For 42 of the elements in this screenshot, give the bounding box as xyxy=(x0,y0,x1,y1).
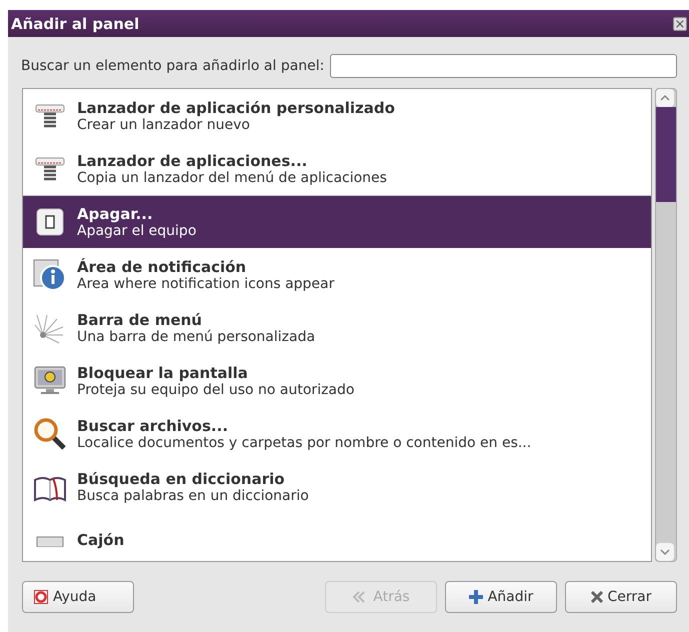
list-item[interactable]: Buscar archivos... Localice documentos y carpetas por nombre o contenido en es... xyxy=(23,407,651,460)
search-label: Buscar un elemento para añadirlo al panel: xyxy=(21,58,324,74)
info-icon xyxy=(33,258,67,292)
close-button[interactable]: × xyxy=(673,16,687,30)
window-title: Añadir al panel xyxy=(11,14,140,32)
item-description: Area where notification icons appear xyxy=(77,276,334,292)
list-item[interactable]: Barra de menú Una barra de menú personalizada xyxy=(23,301,651,354)
search-field[interactable] xyxy=(330,54,677,78)
list-item[interactable]: Lanzador de aplicación personalizado Crear un lanzador nuevo xyxy=(23,89,651,142)
item-description: Apagar el equipo xyxy=(77,223,196,239)
lifebuoy-icon xyxy=(34,590,48,604)
scroll-down-icon[interactable] xyxy=(656,543,674,561)
item-title: Bloquear la pantalla xyxy=(77,364,249,382)
item-title: Apagar... xyxy=(77,205,154,223)
list-item[interactable]: Área de notificación Area where notification icons appear xyxy=(23,248,651,301)
item-description: Crear un lanzador nuevo xyxy=(77,117,251,133)
item-title: Lanzador de aplicaciones... xyxy=(77,152,308,170)
add-button[interactable]: Añadir xyxy=(445,581,557,613)
item-title: Búsqueda en diccionario xyxy=(77,470,286,488)
help-button[interactable]: Ayuda xyxy=(22,581,134,613)
item-title: Buscar archivos... xyxy=(77,417,230,435)
close-button[interactable]: Cerrar xyxy=(565,581,677,613)
item-description: Proteja su equipo del uso no autorizado xyxy=(77,382,354,398)
list-item[interactable]: Lanzador de aplicaciones... Copia un lanzador del menú de aplicaciones xyxy=(23,142,651,195)
list-item[interactable]: Cajón xyxy=(23,513,651,561)
scroll-up-icon[interactable] xyxy=(656,89,674,107)
item-description: Copia un lanzador del menú de aplicaciones xyxy=(77,170,387,186)
item-description: Busca palabras en un diccionario xyxy=(77,488,309,504)
item-description: Una barra de menú personalizada xyxy=(77,329,316,345)
plus-icon xyxy=(468,590,483,604)
cross-icon xyxy=(590,591,602,603)
magnifier-icon xyxy=(33,417,67,451)
list-item[interactable]: Apagar... Apagar el equipo xyxy=(23,195,651,248)
item-description: Localice documentos y carpetas por nombre o contenido en es... xyxy=(77,435,532,451)
list-item[interactable]: Búsqueda en diccionario Busca palabras en un diccionario xyxy=(23,460,651,513)
list-item[interactable]: Bloquear la pantalla Proteja su equipo del uso no autorizado xyxy=(23,354,651,407)
item-title: Lanzador de aplicación personalizado xyxy=(77,99,395,117)
item-title: Barra de menú xyxy=(77,311,203,329)
item-title: Área de notificación xyxy=(77,258,248,276)
scrollbar[interactable] xyxy=(655,88,677,562)
scroll-thumb[interactable] xyxy=(656,107,676,202)
item-title: Cajón xyxy=(77,531,124,549)
